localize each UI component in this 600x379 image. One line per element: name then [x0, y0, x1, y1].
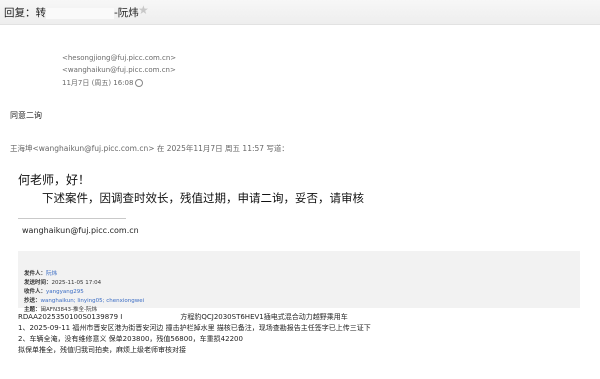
content-line-1: RDAA2025350100S0139879 I 方程豹QCJ2030ST6HEV…	[18, 312, 348, 322]
quote-header: 王海坤<wanghaikun@fuj.picc.com.cn> 在 2025年1…	[10, 144, 289, 153]
signature-email[interactable]: wanghaikun@fuj.picc.com.cn	[22, 226, 139, 235]
clock-icon	[135, 79, 143, 87]
policy-number: RDAA2025350100S0139879 I	[18, 313, 123, 321]
content-line-3: 2、车辆全淹，没有维修意义 保单203800，残值56800，车重损42200	[18, 335, 243, 343]
recipient-1[interactable]: <hesongjiong@fuj.picc.com.cn>	[62, 54, 176, 62]
signature-divider	[18, 218, 126, 219]
content-line-2: 1、2025-09-11 福州市晋安区港为街晋安河边 撞击护栏掉水里 描核已备注…	[18, 324, 371, 332]
star-icon[interactable]: ★	[138, 3, 149, 17]
request-body: 下述案件，因调查时效长，残值过期，申请二询，妥否，请审核	[42, 191, 364, 205]
send-date: 11月7日 (周五) 16:08	[62, 79, 134, 87]
subject-suffix: -阮炜	[114, 7, 139, 19]
greeting: 何老师，好！	[18, 173, 91, 187]
content-line-4: 拟保单推全，残值归我司拍卖，麻烦上级老师审核对接	[18, 346, 186, 354]
email-subject: 回复：转 -阮炜	[4, 5, 139, 20]
subject-redacted	[46, 7, 114, 19]
recipient-2[interactable]: <wanghaikun@fuj.picc.com.cn>	[62, 66, 176, 74]
reply-text: 同意二询	[10, 111, 42, 120]
subject-prefix: 回复：转	[4, 7, 46, 19]
vehicle-model: 方程豹QCJ2030ST6HEV1插电式混合动力越野乘用车	[180, 313, 348, 321]
